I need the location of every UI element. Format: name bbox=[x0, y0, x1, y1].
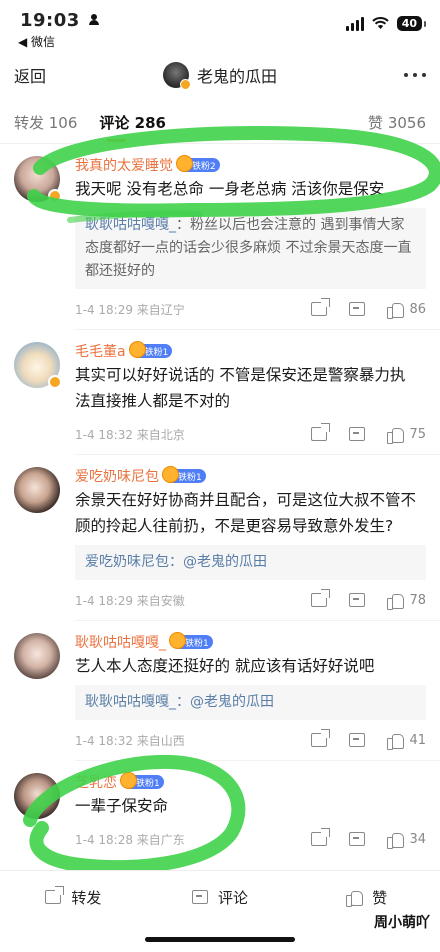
comment-text: 其实可以好好说话的 不管是保安还是警察暴力执法直接推人都是不对的 bbox=[75, 366, 406, 410]
home-indicator[interactable] bbox=[145, 937, 295, 942]
like-button[interactable]: 78 bbox=[387, 592, 426, 610]
comment-icon bbox=[192, 890, 208, 904]
thumbs-up-icon bbox=[387, 426, 405, 444]
tab-repost[interactable]: 转发 106 bbox=[14, 112, 77, 133]
tab-likes[interactable]: 赞 3056 bbox=[368, 112, 426, 133]
back-button[interactable]: 返回 bbox=[14, 63, 46, 87]
reply-text: ：@老鬼的瓜田 bbox=[169, 554, 267, 570]
like-count: 78 bbox=[409, 592, 426, 608]
verified-badge-icon bbox=[48, 189, 62, 203]
like-button[interactable]: 34 bbox=[387, 831, 426, 849]
share-icon[interactable] bbox=[311, 593, 328, 607]
comment-item[interactable]: 毛毛董a 铁粉1 其实可以好好说话的 不管是保安还是警察暴力执法直接推人都是不对… bbox=[0, 330, 440, 454]
fan-badge: 铁粉1 bbox=[162, 466, 206, 483]
avatar[interactable] bbox=[162, 62, 191, 90]
comment-item[interactable]: 芝乳恋 铁粉1 一辈子保安命 1-4 18:28 来自广东 34 bbox=[0, 761, 440, 859]
signal-icon bbox=[345, 16, 364, 31]
thumbs-up-icon bbox=[387, 301, 405, 319]
repost-label: 转发 bbox=[71, 888, 102, 907]
like-label: 赞 bbox=[372, 888, 388, 907]
reply-text: ：@老鬼的瓜田 bbox=[176, 694, 274, 710]
reply-username[interactable]: 耿耿咕咕嘎嘎_ bbox=[85, 694, 176, 710]
share-icon[interactable] bbox=[311, 427, 328, 441]
like-count: 75 bbox=[409, 426, 426, 442]
comment-button[interactable]: 评论 bbox=[147, 887, 294, 908]
clock: 19:03 bbox=[20, 10, 80, 31]
tab-bar: 转发 106 评论 286 赞 3056 bbox=[0, 102, 440, 144]
reply-preview[interactable]: 耿耿咕咕嘎嘎_：粉丝以后也会注意的 遇到事情大家态度都好一点的话会少很多麻烦 不… bbox=[75, 208, 426, 289]
comment-text: 艺人本人态度还挺好的 就应该有话好好说吧 bbox=[75, 657, 375, 675]
comment-username[interactable]: 爱吃奶味尼包 bbox=[75, 466, 159, 486]
thumbs-up-icon bbox=[346, 889, 364, 907]
nav-bar: 返回 老鬼的瓜田 bbox=[0, 48, 440, 102]
reply-preview[interactable]: 爱吃奶味尼包：@老鬼的瓜田 bbox=[75, 545, 426, 580]
comment-label: 评论 bbox=[218, 888, 249, 907]
like-button[interactable]: 41 bbox=[387, 732, 426, 750]
avatar[interactable] bbox=[14, 467, 60, 513]
comment-meta: 1-4 18:29 来自安徽 bbox=[75, 593, 185, 608]
thumbs-up-icon bbox=[387, 732, 405, 750]
battery-icon: 40 bbox=[396, 16, 427, 31]
like-count: 34 bbox=[409, 831, 426, 847]
share-icon bbox=[45, 890, 62, 904]
more-options-icon[interactable] bbox=[404, 73, 426, 77]
thumbs-up-icon bbox=[387, 592, 405, 610]
comment-username[interactable]: 耿耿咕咕嘎嘎_ bbox=[75, 632, 166, 652]
comment-icon[interactable] bbox=[349, 593, 366, 607]
avatar[interactable] bbox=[14, 633, 60, 679]
wifi-icon bbox=[372, 17, 389, 29]
status-bar: 19:03 ◀ 微信 40 bbox=[0, 0, 440, 49]
comment-item[interactable]: 我真的太爱睡觉 铁粉2 我天呢 没有老总命 一身老总病 活该你是保安 耿耿咕咕嘎… bbox=[0, 144, 440, 329]
comment-meta: 1-4 18:32 来自北京 bbox=[75, 427, 185, 442]
share-icon[interactable] bbox=[311, 302, 328, 316]
fan-badge: 铁粉1 bbox=[120, 772, 164, 789]
share-icon[interactable] bbox=[311, 733, 328, 747]
comment-item[interactable]: 爱吃奶味尼包 铁粉1 余景天在好好协商并且配合，可是这位大叔不管不顾的拎起人往前… bbox=[0, 455, 440, 620]
avatar[interactable] bbox=[14, 773, 60, 819]
like-count: 86 bbox=[409, 301, 426, 317]
tab-comments[interactable]: 评论 286 bbox=[99, 112, 166, 142]
reply-username[interactable]: 爱吃奶味尼包 bbox=[85, 554, 169, 570]
reply-preview[interactable]: 耿耿咕咕嘎嘎_：@老鬼的瓜田 bbox=[75, 685, 426, 720]
fan-badge: 铁粉2 bbox=[176, 155, 220, 172]
comment-meta: 1-4 18:32 来自山西 bbox=[75, 733, 185, 748]
bottom-action-bar: 转发 评论 赞 周小萌吖 bbox=[0, 870, 440, 952]
comment-text: 余景天在好好协商并且配合，可是这位大叔不管不顾的拎起人往前扔，不是更容易导致意外… bbox=[75, 491, 417, 535]
share-icon[interactable] bbox=[311, 832, 328, 846]
verified-badge-icon bbox=[48, 375, 62, 389]
comment-icon[interactable] bbox=[349, 832, 366, 846]
fan-badge: 铁粉1 bbox=[169, 632, 213, 649]
comment-username[interactable]: 芝乳恋 bbox=[75, 772, 117, 792]
comment-item[interactable]: 耿耿咕咕嘎嘎_ 铁粉1 艺人本人态度还挺好的 就应该有话好好说吧 耿耿咕咕嘎嘎_… bbox=[0, 621, 440, 760]
comment-text: 我天呢 没有老总命 一身老总病 活该你是保安 bbox=[75, 180, 385, 198]
comment-icon[interactable] bbox=[349, 733, 366, 747]
comment-username[interactable]: 毛毛董a bbox=[75, 341, 126, 361]
comment-icon[interactable] bbox=[349, 302, 366, 316]
like-button[interactable]: 86 bbox=[387, 301, 426, 319]
like-button[interactable]: 赞 bbox=[293, 887, 440, 908]
like-button[interactable]: 75 bbox=[387, 426, 426, 444]
comment-icon[interactable] bbox=[349, 427, 366, 441]
watermark: 周小萌吖 bbox=[374, 915, 430, 931]
thumbs-up-icon bbox=[387, 831, 405, 849]
page-title: 老鬼的瓜田 bbox=[196, 67, 278, 86]
comment-meta: 1-4 18:28 来自广东 bbox=[75, 832, 185, 847]
comment-list: 我真的太爱睡觉 铁粉2 我天呢 没有老总命 一身老总病 活该你是保安 耿耿咕咕嘎… bbox=[0, 144, 440, 859]
comment-text: 一辈子保安命 bbox=[75, 797, 169, 815]
person-icon bbox=[88, 14, 99, 25]
like-count: 41 bbox=[409, 732, 426, 748]
comment-meta: 1-4 18:29 来自辽宁 bbox=[75, 302, 185, 317]
repost-button[interactable]: 转发 bbox=[0, 887, 147, 908]
reply-username[interactable]: 耿耿咕咕嘎嘎_ bbox=[85, 217, 176, 233]
nav-title-group[interactable]: 老鬼的瓜田 bbox=[162, 62, 278, 90]
comment-username[interactable]: 我真的太爱睡觉 bbox=[75, 155, 173, 175]
status-icons: 40 bbox=[345, 16, 427, 31]
fan-badge: 铁粉1 bbox=[128, 341, 173, 358]
